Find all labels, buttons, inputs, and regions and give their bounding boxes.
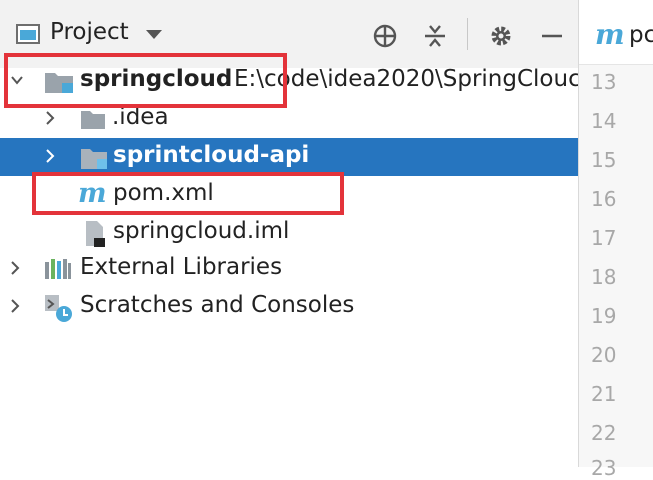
tree-row-sprintcloud-api[interactable]: sprintcloud-api [0,138,578,176]
highlight-box-pom [32,172,344,215]
project-view-icon [16,24,40,44]
line-number: 15 [591,148,617,172]
chevron-right-icon[interactable] [42,109,58,127]
project-panel: Project springcloud E:\code\idea2020\Spr… [0,0,581,467]
chevron-right-icon[interactable] [42,147,58,165]
line-number: 16 [591,187,617,211]
line-number: 14 [591,109,617,133]
editor-pane: m pc 13 14 15 16 17 18 19 20 21 22 23 [578,0,653,480]
tree-item-label: springcloud.iml [113,218,290,244]
tree-row-iml[interactable]: springcloud.iml [0,214,578,252]
project-view-title[interactable]: Project [50,19,129,45]
maven-icon: m [595,18,625,51]
highlight-box-root [4,53,287,108]
line-number: 13 [591,70,617,94]
toolbar-separator [467,18,468,50]
locate-icon[interactable] [371,22,399,50]
tree-row-scratches[interactable]: Scratches and Consoles [0,288,578,326]
editor-tab-label: pc [629,22,653,48]
module-folder-icon [80,146,108,174]
line-number: 21 [591,382,617,406]
settings-gear-icon[interactable] [487,22,515,50]
iml-file-icon [84,220,106,252]
scratches-icon [44,294,74,328]
tree-row-external-libraries[interactable]: External Libraries [0,250,578,288]
hide-minimize-icon[interactable] [538,22,566,50]
tree-item-label: External Libraries [80,254,283,280]
line-number: 20 [591,343,617,367]
tree-item-label: sprintcloud-api [113,142,310,168]
libraries-icon [44,258,72,284]
folder-icon [80,108,106,134]
line-number: 22 [591,421,617,445]
line-number: 23 [591,456,617,480]
chevron-right-icon[interactable] [7,259,23,277]
tree-item-label: Scratches and Consoles [80,292,355,318]
collapse-all-icon[interactable] [421,22,449,50]
chevron-right-icon[interactable] [7,297,23,315]
line-number: 17 [591,226,617,250]
line-number: 19 [591,304,617,328]
line-number: 18 [591,265,617,289]
chevron-down-icon[interactable] [146,30,162,39]
editor-tab-pom[interactable]: m pc [579,0,653,65]
